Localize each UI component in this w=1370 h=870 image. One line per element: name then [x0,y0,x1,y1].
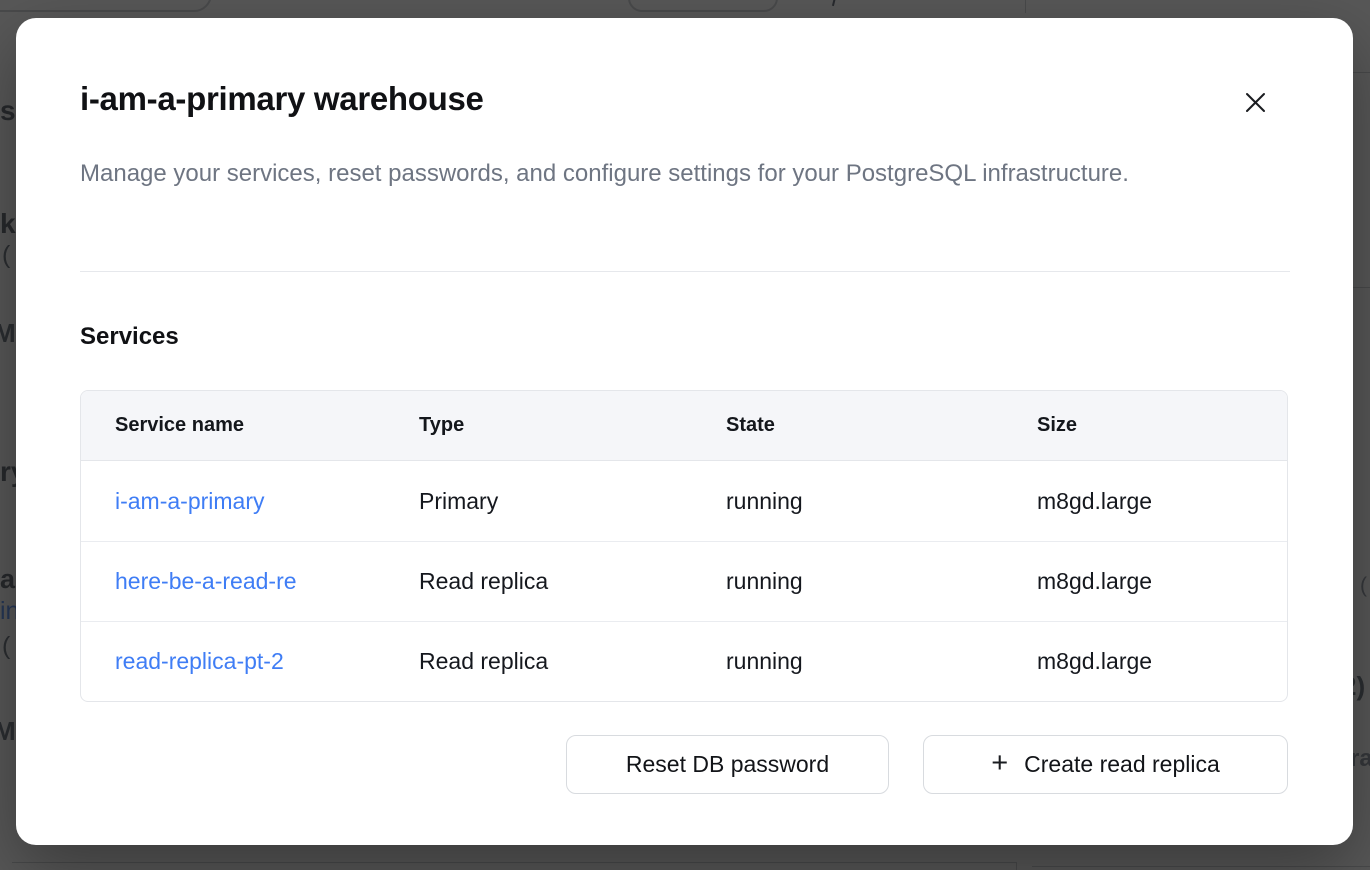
reset-db-password-button[interactable]: Reset DB password [566,735,889,794]
service-type: Read replica [385,568,692,595]
table-row: read-replica-pt-2 Read replica running m… [81,621,1287,701]
plus-icon: + [991,749,1008,778]
modal-description: Manage your services, reset passwords, a… [80,153,1230,195]
create-read-replica-label: Create read replica [1024,751,1220,778]
modal-footer-actions: Reset DB password + Create read replica [566,735,1288,794]
warehouse-modal: i-am-a-primary warehouse Manage your ser… [16,18,1353,845]
service-type: Primary [385,488,692,515]
column-header-type: Type [385,414,692,437]
column-header-size: Size [1003,414,1287,437]
service-size: m8gd.large [1003,568,1287,595]
service-state: running [692,648,1003,675]
service-link[interactable]: read-replica-pt-2 [115,648,385,675]
service-link[interactable]: here-be-a-read-re [115,568,385,595]
service-state: running [692,568,1003,595]
service-size: m8gd.large [1003,488,1287,515]
service-state: running [692,488,1003,515]
service-type: Read replica [385,648,692,675]
section-divider [80,271,1290,272]
close-button[interactable] [1235,82,1275,122]
service-link[interactable]: i-am-a-primary [115,488,385,515]
table-header-row: Service name Type State Size [81,391,1287,461]
column-header-state: State [692,414,1003,437]
modal-title: i-am-a-primary warehouse [80,80,484,118]
services-heading: Services [80,323,179,351]
close-icon [1244,91,1267,114]
table-row: here-be-a-read-re Read replica running m… [81,541,1287,621]
services-table: Service name Type State Size i-am-a-prim… [80,390,1288,702]
table-row: i-am-a-primary Primary running m8gd.larg… [81,461,1287,541]
service-size: m8gd.large [1003,648,1287,675]
column-header-service-name: Service name [81,414,385,437]
create-read-replica-button[interactable]: + Create read replica [923,735,1288,794]
